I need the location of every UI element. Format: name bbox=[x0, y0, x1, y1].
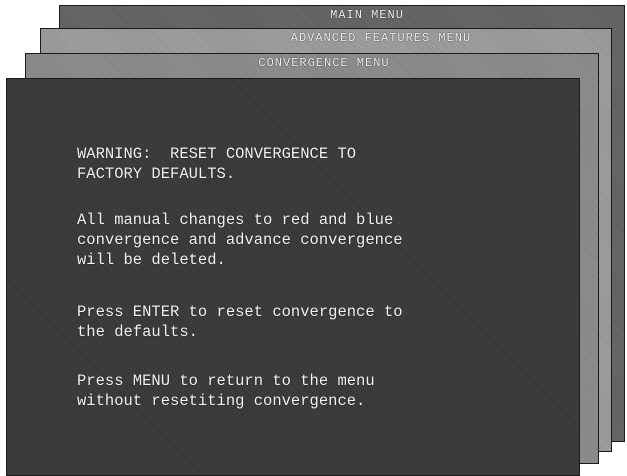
warning-message: WARNING: RESET CONVERGENCE TO FACTORY DE… bbox=[77, 145, 357, 183]
main-menu-title: MAIN MENU bbox=[330, 8, 404, 22]
convergence-menu-title: CONVERGENCE MENU bbox=[258, 56, 390, 70]
menu-instruction: Press MENU to return to the menu without… bbox=[77, 372, 375, 410]
advanced-features-menu-title: ADVANCED FEATURES MENU bbox=[290, 31, 472, 45]
changes-deleted-message: All manual changes to red and blue conve… bbox=[77, 211, 403, 269]
enter-instruction: Press ENTER to reset convergence to the … bbox=[77, 303, 403, 341]
reset-convergence-dialog: WARNING: RESET CONVERGENCE TO FACTORY DE… bbox=[6, 78, 580, 476]
